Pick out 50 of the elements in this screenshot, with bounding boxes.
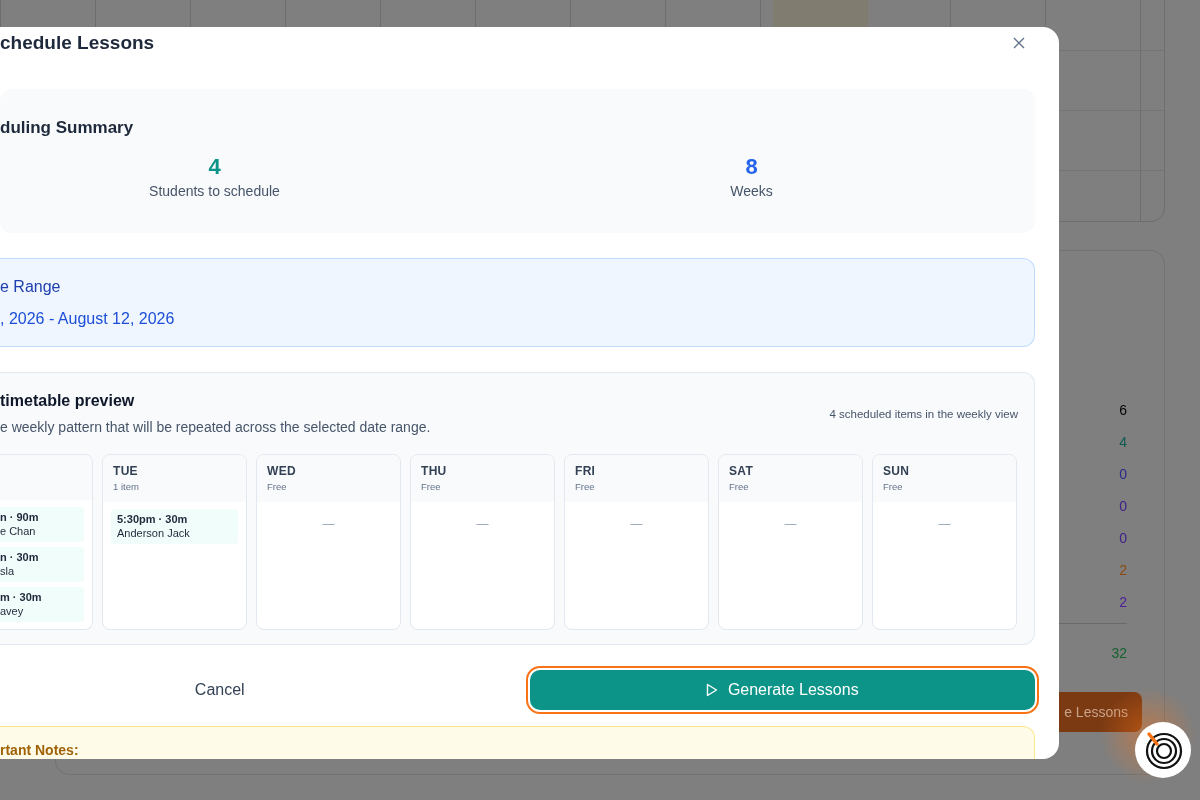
- stat-count: 4: [1119, 433, 1127, 451]
- cancel-button[interactable]: Cancel: [0, 670, 506, 710]
- lesson-item[interactable]: n · 90m e Chan: [0, 507, 84, 542]
- summary-title: duling Summary: [0, 117, 135, 139]
- empty-mark: —: [476, 517, 489, 531]
- day-status: Free: [575, 480, 596, 493]
- timetable-description: e weekly pattern that will be repeated across the selected date range.: [0, 418, 431, 436]
- stat-count: 0: [1119, 529, 1127, 547]
- lesson-item[interactable]: m · 30m avey: [0, 587, 84, 622]
- day-status: Free: [883, 480, 904, 493]
- empty-mark: —: [784, 517, 797, 531]
- lesson-item[interactable]: n · 30m sla: [0, 547, 84, 582]
- day-name: WED: [267, 464, 297, 478]
- lesson-time: 5:30pm · 30m: [117, 512, 189, 526]
- day-name: FRI: [575, 464, 597, 478]
- stat-count: 2: [1119, 593, 1127, 611]
- day-name: SUN: [883, 464, 911, 478]
- day-name: THU: [421, 464, 448, 478]
- lesson-time: n · 30m: [0, 550, 40, 564]
- lesson-time: n · 90m: [0, 510, 40, 524]
- date-range-value: , 2026 - August 12, 2026: [0, 309, 176, 329]
- day-status: Free: [267, 480, 288, 493]
- student-name: sla: [0, 564, 16, 578]
- student-name: Anderson Jack: [117, 526, 191, 540]
- day-status: 1 item: [113, 480, 140, 493]
- stat-label: Students to schedule: [149, 182, 280, 200]
- stat-value: 8: [745, 153, 758, 181]
- day-name: TUE: [113, 464, 139, 478]
- stat-count: 6: [1119, 401, 1127, 419]
- lesson-time: m · 30m: [0, 590, 43, 604]
- stat-total: 32: [1111, 644, 1127, 662]
- empty-mark: —: [630, 517, 643, 531]
- stat-count: 0: [1119, 465, 1127, 483]
- day-status: Free: [729, 480, 750, 493]
- day-status: Free: [421, 480, 442, 493]
- stat-count: 0: [1119, 497, 1127, 515]
- timetable-title: timetable preview: [0, 391, 136, 411]
- stat-label: Weeks: [730, 182, 773, 200]
- stat-count: 2: [1119, 561, 1127, 579]
- dialog-title: chedule Lessons: [0, 32, 155, 54]
- day-name: SAT: [729, 464, 754, 478]
- lesson-item[interactable]: 5:30pm · 30m Anderson Jack: [111, 509, 238, 544]
- date-range-title: e Range: [0, 277, 62, 297]
- notes-title: rtant Notes:: [0, 742, 79, 758]
- student-name: e Chan: [0, 524, 37, 538]
- empty-mark: —: [322, 517, 335, 531]
- student-name: avey: [0, 604, 25, 618]
- empty-mark: —: [938, 517, 951, 531]
- item-count: 4 scheduled items in the weekly view: [829, 407, 1018, 420]
- stat-value: 4: [208, 153, 221, 181]
